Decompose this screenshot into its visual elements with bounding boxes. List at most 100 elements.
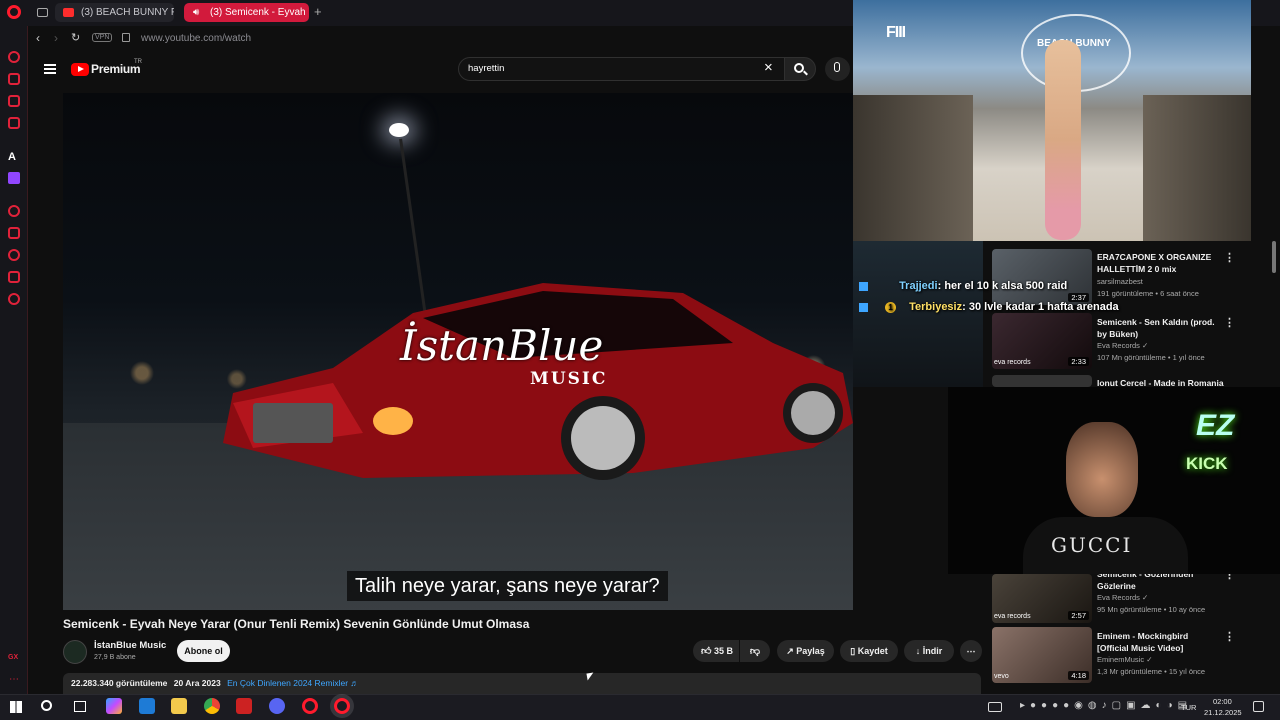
rec-title-1[interactable]: ERA7CAPONE X ORGANIZE HALLETTİM 2 0 mix (1097, 251, 1217, 275)
thumb-label: vevo (994, 673, 1009, 680)
rec-thumbnail-2[interactable]: eva records 2:33 (992, 313, 1092, 369)
more-actions-button[interactable]: ⋯ (960, 640, 982, 662)
opera-taskbar-icon[interactable] (302, 698, 318, 714)
reload-icon[interactable]: ↻ (71, 31, 80, 44)
chrome-icon[interactable] (204, 698, 220, 714)
settings-gear-icon[interactable] (8, 293, 20, 305)
speaker-icon[interactable]: 🔊︎ (193, 3, 199, 22)
scrollbar[interactable] (1272, 241, 1276, 273)
language-indicator[interactable]: TUR (1181, 703, 1196, 712)
chat-badge-icon (859, 281, 868, 291)
verified-icon: ✓ (1142, 593, 1149, 602)
dislike-button[interactable]: 👎︎ (740, 640, 770, 662)
rec-channel-1[interactable]: sarsilmazbest (1097, 277, 1143, 286)
shopping-icon[interactable] (8, 73, 20, 85)
save-button[interactable]: ▯ Kaydet (840, 640, 898, 662)
tray-icons[interactable]: ▸●●●●◉◍♪▢▣☁◐◑▤ (1020, 700, 1192, 711)
start-button-icon[interactable] (10, 701, 22, 713)
back-icon[interactable]: ‹ (36, 31, 40, 45)
rec-thumbnail-3[interactable] (992, 375, 1092, 387)
mail-icon[interactable] (139, 698, 155, 714)
rec-channel-2[interactable]: Eva Records ✓ (1097, 341, 1148, 350)
discord-icon[interactable] (269, 698, 285, 714)
youtube-premium-logo[interactable]: Premium (91, 62, 141, 76)
rec-thumbnail-1[interactable]: 2:37 (992, 249, 1092, 305)
twitch-icon[interactable] (8, 172, 20, 184)
video-app-icon[interactable] (236, 698, 252, 714)
bookmark-icon: ▯ (850, 646, 858, 656)
news-icon[interactable] (8, 117, 20, 129)
rec-menu-icon[interactable]: ⋮ (1224, 251, 1235, 264)
clock-time[interactable]: 02:00 (1213, 697, 1232, 706)
duration-badge: 4:18 (1068, 671, 1089, 680)
rec-title-5[interactable]: Eminem - Mockingbird [Official Music Vid… (1097, 630, 1217, 654)
search-button[interactable] (784, 57, 816, 81)
save-label: Kaydet (857, 646, 888, 656)
channel-watermark-sub: MUSIC (530, 369, 608, 389)
channel-watermark: İstanBlue (400, 321, 604, 370)
opera-gx-taskbar-icon[interactable] (334, 698, 350, 714)
thumb-label: eva records (994, 359, 1031, 366)
tab-semicenk[interactable]: 🔊︎ (3) Semicenk - Eyvah (184, 3, 309, 22)
new-tab-button[interactable]: + (314, 4, 322, 19)
rec-menu-icon[interactable]: ⋮ (1224, 316, 1235, 329)
voice-search-button[interactable] (825, 57, 850, 81)
channel-label: Eva Records (1097, 593, 1140, 602)
rec-thumbnail-4[interactable]: eva records 2:57 (992, 574, 1092, 623)
tab-label: (3) BEACH BUNNY Parai (81, 7, 174, 18)
taskbar-search-icon[interactable] (41, 700, 52, 711)
shirt-text: GUCCI (1051, 533, 1133, 557)
playlist-link[interactable]: En Çok Dinlenen 2024 Remixler ♬ (227, 678, 359, 688)
download-button[interactable]: ↓ İndir (904, 640, 954, 662)
more-icon[interactable]: ⋯ (9, 674, 19, 685)
aria-icon[interactable]: A (8, 151, 16, 163)
thumb-label: eva records (994, 613, 1031, 620)
copilot-icon[interactable] (106, 698, 122, 714)
messenger-icon[interactable] (8, 95, 20, 107)
like-button[interactable]: 👍︎ 35 B (693, 640, 739, 662)
youtube-logo-icon[interactable] (71, 63, 89, 76)
subscribe-button[interactable]: Abone ol (177, 640, 230, 662)
share-icon: ↗ (786, 646, 797, 656)
rec-thumbnail-5[interactable]: vevo 4:18 (992, 627, 1092, 683)
clear-search-icon[interactable]: × (764, 59, 773, 76)
bookmarks-icon[interactable] (8, 227, 20, 239)
forward-icon[interactable]: › (54, 31, 58, 45)
gx-icon[interactable]: GX (8, 654, 18, 661)
video-subtitle: Talih neye yarar, şans neye yarar? (347, 571, 668, 601)
file-explorer-icon[interactable] (171, 698, 187, 714)
tab-beach-bunny[interactable]: (3) BEACH BUNNY Parai (55, 3, 174, 22)
channel-label: Eva Records (1097, 341, 1140, 350)
share-button[interactable]: ↗ Paylaş (777, 640, 834, 662)
rec-menu-icon[interactable]: ⋮ (1224, 630, 1235, 643)
rec-title-2[interactable]: Semicenk - Sen Kaldın (prod. by Büken) (1097, 316, 1217, 340)
webcam-overlay: GUCCI EZ KICK (948, 387, 1280, 574)
rec-meta-4: 95 Mn görüntüleme • 10 ay önce (1097, 605, 1206, 614)
rec-channel-5[interactable]: EminemMusic ✓ (1097, 655, 1152, 664)
keyboard-icon[interactable] (988, 702, 1002, 712)
extensions-icon[interactable] (8, 271, 20, 283)
neon-sign-kick: KICK (1186, 454, 1228, 473)
description-box[interactable]: 22.283.340 görüntüleme 20 Ara 2023 En Ço… (63, 673, 981, 694)
vpn-badge[interactable]: VPN (92, 33, 113, 42)
url-field[interactable]: www.youtube.com/watch (141, 33, 251, 44)
channel-avatar[interactable] (63, 640, 87, 664)
hamburger-menu-icon[interactable] (44, 64, 56, 74)
rec-channel-4[interactable]: Eva Records ✓ (1097, 593, 1148, 602)
clock-date[interactable]: 21.12.2025 (1204, 708, 1242, 717)
task-view-icon[interactable] (74, 701, 86, 712)
workspaces-icon[interactable] (37, 8, 48, 17)
speed-dial-icon[interactable] (8, 51, 20, 63)
notification-icon[interactable] (1253, 701, 1264, 712)
subscriber-count: 27,9 B abone (94, 654, 136, 661)
search-input[interactable]: hayrettin × (458, 57, 788, 81)
lock-icon (122, 33, 130, 42)
street-lamp-glow (389, 123, 409, 137)
history-icon[interactable] (8, 249, 20, 261)
channel-name[interactable]: İstanBlue Music (94, 640, 166, 651)
player-icon[interactable] (8, 205, 20, 217)
video-player[interactable]: İstanBlue MUSIC (63, 93, 853, 610)
view-count: 22.283.340 görüntüleme (71, 678, 168, 688)
runway-stream-overlay: FIII BEACH BUNNY (853, 0, 1251, 241)
opera-logo-icon[interactable] (7, 5, 21, 19)
